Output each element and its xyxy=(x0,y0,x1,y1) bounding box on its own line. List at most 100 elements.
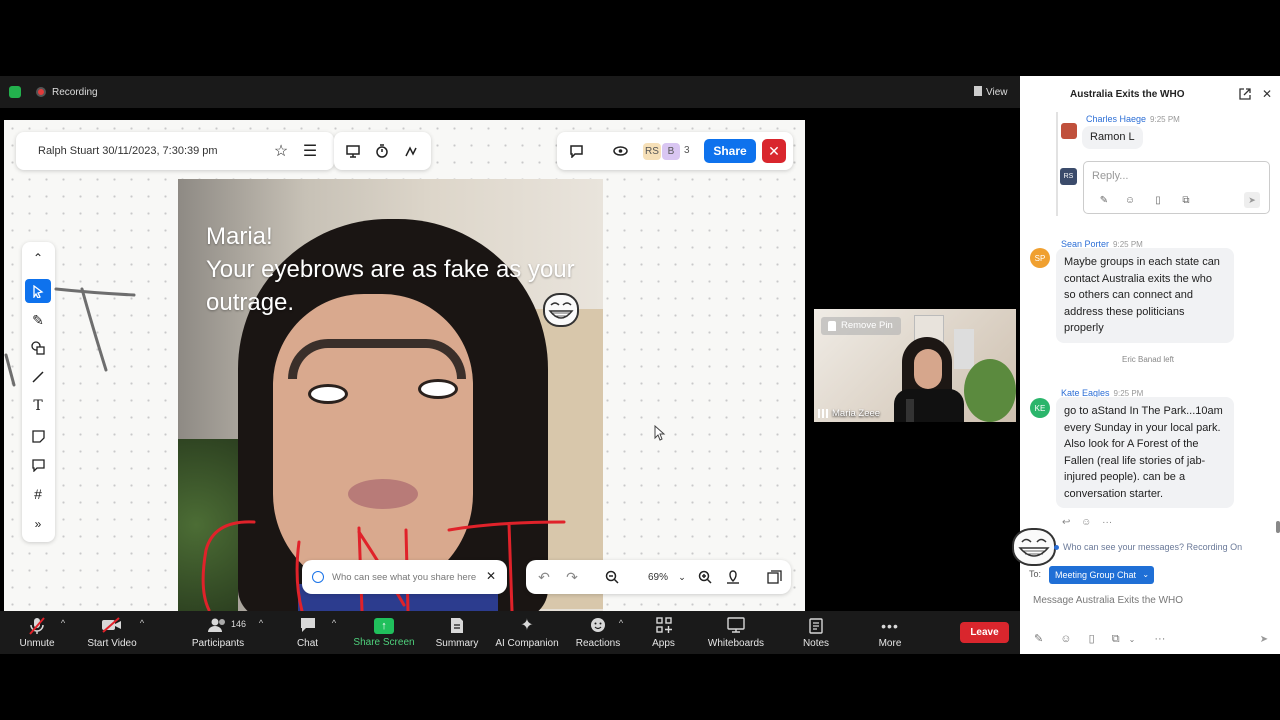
recipient-dropdown[interactable]: Meeting Group Chat ⌄ xyxy=(1049,566,1155,584)
whiteboard-canvas[interactable]: Ralph Stuart 30/11/2023, 7:30:39 pm ☆ ☰ … xyxy=(4,120,805,611)
thread-author[interactable]: Charles Haege xyxy=(1086,114,1146,124)
chevron-down-icon[interactable]: ⌄ xyxy=(676,570,688,584)
whiteboard-icon xyxy=(727,616,745,635)
star-icon[interactable]: ☆ xyxy=(272,142,290,160)
zoom-in-icon[interactable] xyxy=(697,569,713,585)
message-more-icon[interactable]: ··· xyxy=(1102,517,1112,528)
summary-button[interactable]: Summary xyxy=(432,611,482,654)
close-hint-icon[interactable]: ✕ xyxy=(484,569,498,583)
close-chat-icon[interactable]: ✕ xyxy=(1260,87,1274,101)
trollface-sticker[interactable] xyxy=(543,293,579,327)
pop-out-icon[interactable] xyxy=(1238,87,1252,101)
apps-icon xyxy=(655,616,672,635)
reactions-options-chevron-icon[interactable]: ^ xyxy=(616,617,626,629)
whiteboards-button[interactable]: Whiteboards xyxy=(704,611,768,654)
notes-button[interactable]: Notes xyxy=(798,611,834,654)
microphone-muted-icon xyxy=(29,616,45,635)
redo-icon[interactable]: ↷ xyxy=(564,569,580,585)
menu-icon[interactable]: ☰ xyxy=(301,142,319,160)
video-person-face xyxy=(914,349,942,389)
thread-avatar xyxy=(1061,123,1077,139)
reply-thread-icon[interactable]: ↩ xyxy=(1062,517,1070,528)
zoom-out-icon[interactable] xyxy=(604,569,620,585)
meme-caption: Maria! Your eyebrows are as fake as your… xyxy=(206,223,575,316)
recording-label[interactable]: Recording xyxy=(52,87,98,98)
recipient-label: Meeting Group Chat xyxy=(1055,570,1137,580)
add-reaction-icon[interactable]: ☺ xyxy=(1081,517,1091,528)
pages-icon[interactable] xyxy=(766,569,782,585)
audio-options-chevron-icon[interactable]: ^ xyxy=(58,617,68,629)
chat-scrollbar[interactable] xyxy=(1276,521,1280,533)
chat-button[interactable]: Chat xyxy=(290,611,325,654)
view-icon[interactable] xyxy=(974,86,982,96)
video-options-chevron-icon[interactable]: ^ xyxy=(137,617,147,629)
close-whiteboard-icon[interactable]: ✕ xyxy=(762,139,786,163)
send-message-icon[interactable]: ➤ xyxy=(1256,631,1272,647)
thread-message[interactable]: Ramon L xyxy=(1082,126,1143,149)
participants-options-chevron-icon[interactable]: ^ xyxy=(256,617,266,629)
capture-options-chevron-icon[interactable]: ⌄ xyxy=(1129,635,1136,644)
eye-icon[interactable] xyxy=(611,142,629,160)
reply-box[interactable]: Reply... ✎ ☺ ▯ ⧉ ➤ xyxy=(1083,161,1270,214)
chat-options-chevron-icon[interactable]: ^ xyxy=(329,617,339,629)
ai-companion-button[interactable]: ✦ AI Companion xyxy=(494,611,560,654)
view-button[interactable]: View xyxy=(986,87,1008,98)
sticky-note-tool-icon[interactable] xyxy=(28,426,48,446)
format-text-icon[interactable]: ✎ xyxy=(1034,633,1043,645)
sparkle-icon: ✦ xyxy=(520,616,534,634)
collapse-up-icon[interactable]: ⌃ xyxy=(28,248,48,268)
unmute-button[interactable]: Unmute xyxy=(12,611,62,654)
comment-icon[interactable] xyxy=(567,142,585,160)
message-bubble-ke[interactable]: go to aStand In The Park...10am every Su… xyxy=(1056,397,1234,508)
emoji-icon[interactable]: ☺ xyxy=(1124,194,1136,206)
message-bubble-sp[interactable]: Maybe groups in each state can contact A… xyxy=(1056,248,1234,343)
share-button[interactable]: Share xyxy=(704,139,756,163)
more-button[interactable]: ••• More xyxy=(872,611,908,654)
comment-tool-icon[interactable] xyxy=(28,455,48,475)
locate-icon[interactable] xyxy=(725,569,741,585)
person-eye-right xyxy=(418,379,458,399)
emoji-picker-icon[interactable]: ☺ xyxy=(1060,633,1071,645)
undo-icon[interactable]: ↶ xyxy=(536,569,552,585)
visibility-notice[interactable]: Who can see your messages? Recording On xyxy=(1054,542,1242,552)
summary-label: Summary xyxy=(435,637,479,649)
collab-count[interactable]: 3 xyxy=(684,145,690,156)
screenshot-capture-icon[interactable]: ⧉ xyxy=(1112,633,1120,645)
share-screen-icon: ↑ xyxy=(374,617,394,634)
collab-avatar-b[interactable]: B xyxy=(662,143,680,160)
reactions-icon xyxy=(590,617,606,635)
text-tool-icon[interactable]: T xyxy=(28,396,48,416)
participant-name: Maria Zeee xyxy=(832,408,881,419)
apps-button[interactable]: Apps xyxy=(646,611,681,654)
video-tile[interactable]: Remove Pin Maria Zeee xyxy=(814,309,1016,422)
participants-button[interactable]: Participants xyxy=(188,611,248,654)
start-video-button[interactable]: Start Video xyxy=(82,611,142,654)
recording-dot-icon[interactable] xyxy=(36,87,46,97)
thread-line xyxy=(1056,112,1058,216)
pen-scribble-icon[interactable] xyxy=(402,142,420,160)
send-reply-icon[interactable]: ➤ xyxy=(1244,192,1260,208)
person-eyebrow xyxy=(288,339,466,379)
format-icon[interactable]: ✎ xyxy=(1098,194,1110,206)
frame-tool-icon[interactable]: # xyxy=(28,484,48,504)
chat-input[interactable]: Message Australia Exits the WHO xyxy=(1033,595,1273,606)
to-label: To: xyxy=(1029,569,1042,579)
chat-panel: Australia Exits the WHO ✕ Charles Haege 9… xyxy=(1012,76,1280,654)
share-screen-button[interactable]: ↑ Share Screen xyxy=(352,611,416,654)
more-options-icon[interactable]: ··· xyxy=(1154,633,1165,645)
collab-avatar-rs[interactable]: RS xyxy=(643,143,661,160)
leave-button[interactable]: Leave xyxy=(960,622,1009,643)
reactions-button[interactable]: Reactions xyxy=(574,611,622,654)
present-icon[interactable] xyxy=(344,142,362,160)
person-eye-left xyxy=(308,384,348,404)
remove-pin-button[interactable]: Remove Pin xyxy=(821,317,901,335)
more-tools-icon[interactable]: » xyxy=(28,514,48,534)
video-person-body xyxy=(894,389,964,422)
attach-file-icon[interactable]: ▯ xyxy=(1089,633,1095,645)
file-icon[interactable]: ▯ xyxy=(1152,194,1164,206)
screenshot-icon[interactable]: ⧉ xyxy=(1180,194,1192,206)
zoom-level[interactable]: 69% xyxy=(648,572,668,583)
ink-drawing-t[interactable] xyxy=(4,275,144,395)
visibility-hint-text: Who can see what you share here xyxy=(332,572,477,583)
timer-icon[interactable] xyxy=(373,142,391,160)
